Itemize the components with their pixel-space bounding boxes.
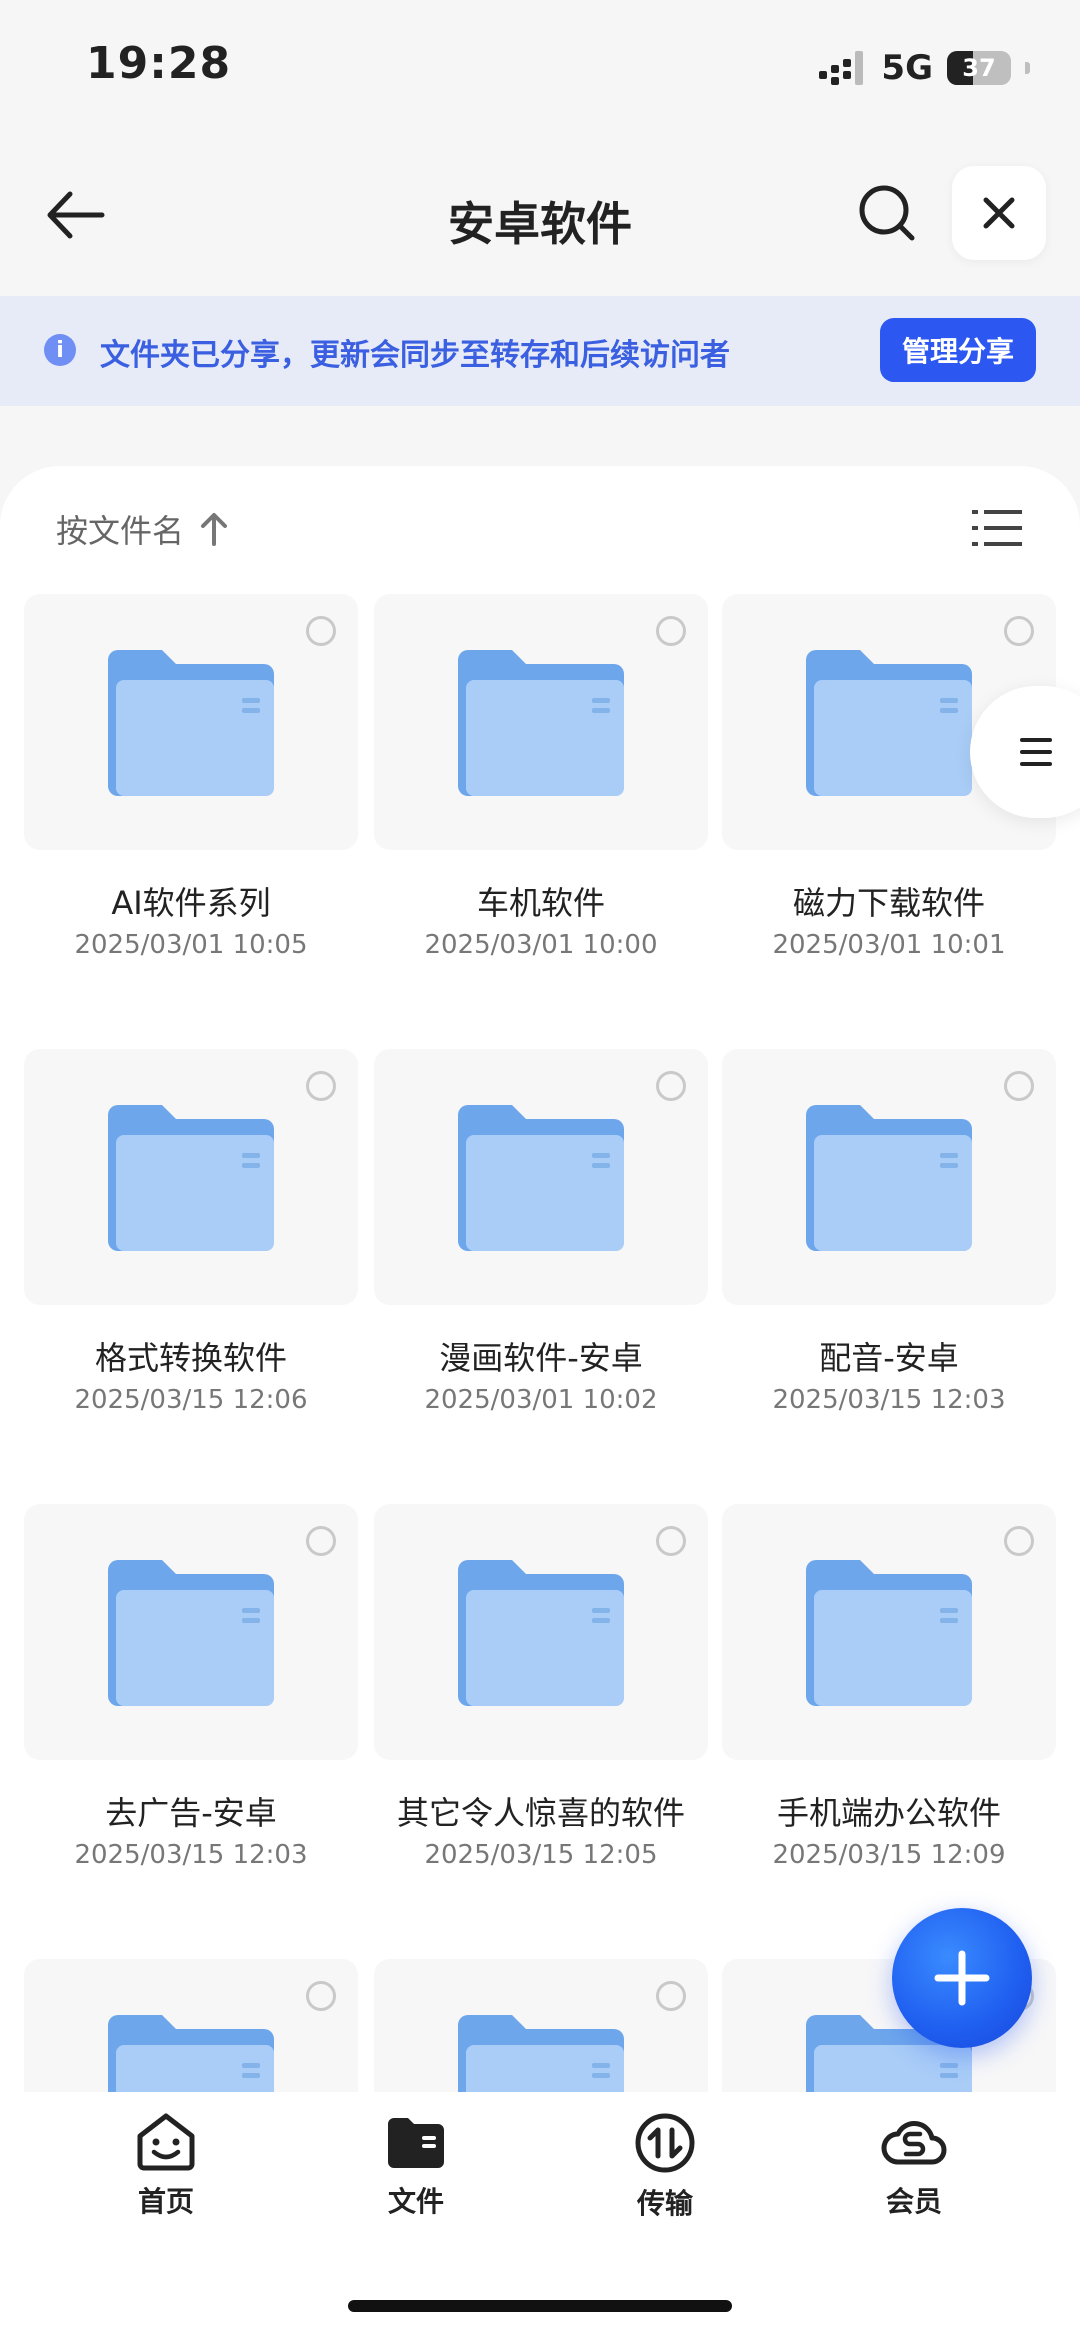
folder-item[interactable]: 配音-安卓 2025/03/15 12:03 [722, 1049, 1056, 1415]
folder-item[interactable] [24, 1959, 358, 2096]
share-banner-text: 文件夹已分享，更新会同步至转存和后续访问者 [100, 338, 730, 373]
select-radio[interactable] [306, 1526, 336, 1556]
folder-name: 去广告-安卓 [105, 1794, 277, 1832]
sort-control[interactable]: 按文件名 [56, 506, 228, 552]
status-time: 19:28 [86, 38, 232, 89]
folder-icon [458, 1560, 624, 1706]
folder-icon [108, 1105, 274, 1251]
share-banner: i 文件夹已分享，更新会同步至转存和后续访问者 管理分享 [0, 296, 1080, 406]
folder-name: 车机软件 [476, 884, 605, 922]
folder-item[interactable]: 车机软件 2025/03/01 10:00 [374, 594, 708, 960]
tab-transfer[interactable]: 传输 [565, 2112, 765, 2222]
folder-icon [806, 650, 972, 796]
header: 安卓软件 [0, 150, 1080, 280]
home-face-icon [137, 2113, 195, 2171]
list-view-icon[interactable] [972, 506, 1022, 550]
file-list-sheet: 按文件名 AI软件系列 2025/03/01 10:05 车机软件 2025/03/0… [0, 466, 1080, 2096]
status-indicators: 5G 37 [819, 48, 1030, 88]
folder-date: 2025/03/01 10:05 [74, 930, 308, 960]
add-button[interactable] [892, 1908, 1032, 2048]
status-bar: 19:28 5G 37 [0, 0, 1080, 130]
folder-icon [108, 1560, 274, 1706]
folder-item[interactable]: 漫画软件-安卓 2025/03/01 10:02 [374, 1049, 708, 1415]
folder-name: 手机端办公软件 [776, 1794, 1001, 1832]
folder-thumbnail [24, 1959, 358, 2096]
battery-tip [1025, 62, 1030, 74]
folder-thumbnail [722, 1049, 1056, 1305]
folder-name: 配音-安卓 [819, 1339, 959, 1377]
folder-icon [108, 650, 274, 796]
folder-item[interactable]: AI软件系列 2025/03/01 10:05 [24, 594, 358, 960]
tab-files[interactable]: 文件 [316, 2112, 516, 2220]
tab-membership-label: 会员 [885, 2185, 942, 2218]
folder-thumbnail [722, 1504, 1056, 1760]
close-icon [983, 197, 1015, 229]
select-radio[interactable] [656, 616, 686, 646]
folder-name: 磁力下载软件 [792, 884, 985, 922]
select-radio[interactable] [306, 1981, 336, 2011]
folder-item[interactable]: 格式转换软件 2025/03/15 12:06 [24, 1049, 358, 1415]
home-indicator [348, 2300, 732, 2312]
folder-icon [458, 1105, 624, 1251]
folder-date: 2025/03/15 12:06 [74, 1385, 308, 1415]
folder-thumbnail [374, 1049, 708, 1305]
folder-date: 2025/03/15 12:03 [772, 1385, 1006, 1415]
folder-thumbnail [24, 1504, 358, 1760]
folder-icon [108, 2015, 274, 2096]
folder-date: 2025/03/15 12:03 [74, 1840, 308, 1870]
folder-thumbnail [374, 1959, 708, 2096]
folder-thumbnail [24, 1049, 358, 1305]
battery-level: 37 [962, 54, 996, 82]
folder-name: 其它令人惊喜的软件 [396, 1794, 685, 1832]
folder-date: 2025/03/01 10:01 [772, 930, 1006, 960]
folder-item[interactable] [374, 1959, 708, 2096]
folder-item[interactable]: 去广告-安卓 2025/03/15 12:03 [24, 1504, 358, 1870]
select-radio[interactable] [656, 1071, 686, 1101]
folder-item[interactable]: 其它令人惊喜的软件 2025/03/15 12:05 [374, 1504, 708, 1870]
plus-icon [934, 1950, 990, 2006]
folder-thumbnail [374, 1504, 708, 1760]
tab-home[interactable]: 首页 [66, 2112, 266, 2220]
battery-icon: 37 [947, 51, 1011, 85]
folder-icon [806, 1560, 972, 1706]
search-icon[interactable] [852, 178, 922, 248]
tab-transfer-label: 传输 [636, 2187, 693, 2220]
folder-name: 格式转换软件 [94, 1339, 287, 1377]
tab-home-label: 首页 [137, 2185, 194, 2218]
cloud-s-icon [881, 2121, 947, 2165]
tab-membership[interactable]: 会员 [814, 2112, 1014, 2220]
folder-icon [458, 2015, 624, 2096]
close-button[interactable] [952, 166, 1046, 260]
folder-item[interactable]: 手机端办公软件 2025/03/15 12:09 [722, 1504, 1056, 1870]
select-radio[interactable] [656, 1981, 686, 2011]
transfer-icon [635, 2113, 695, 2173]
sort-label: 按文件名 [56, 512, 185, 550]
folder-date: 2025/03/15 12:09 [772, 1840, 1006, 1870]
manage-share-button[interactable]: 管理分享 [880, 318, 1036, 382]
select-radio[interactable] [1004, 1526, 1034, 1556]
folder-date: 2025/03/15 12:05 [424, 1840, 658, 1870]
folder-icon [458, 650, 624, 796]
tab-files-label: 文件 [387, 2185, 444, 2218]
arrow-up-icon [201, 513, 228, 546]
select-radio[interactable] [656, 1526, 686, 1556]
folder-thumbnail [374, 594, 708, 850]
info-icon: i [44, 334, 76, 366]
folder-name: 漫画软件-安卓 [439, 1339, 643, 1377]
folder-date: 2025/03/01 10:02 [424, 1385, 658, 1415]
select-radio[interactable] [306, 1071, 336, 1101]
folder-thumbnail [24, 594, 358, 850]
folder-icon [388, 2118, 444, 2168]
folder-date: 2025/03/01 10:00 [424, 930, 658, 960]
select-radio[interactable] [1004, 1071, 1034, 1101]
folder-name: AI软件系列 [111, 884, 271, 922]
folder-icon [806, 1105, 972, 1251]
menu-icon [1020, 738, 1052, 766]
signal-icon [819, 51, 864, 85]
select-radio[interactable] [306, 616, 336, 646]
network-label: 5G [881, 48, 933, 88]
select-radio[interactable] [1004, 616, 1034, 646]
